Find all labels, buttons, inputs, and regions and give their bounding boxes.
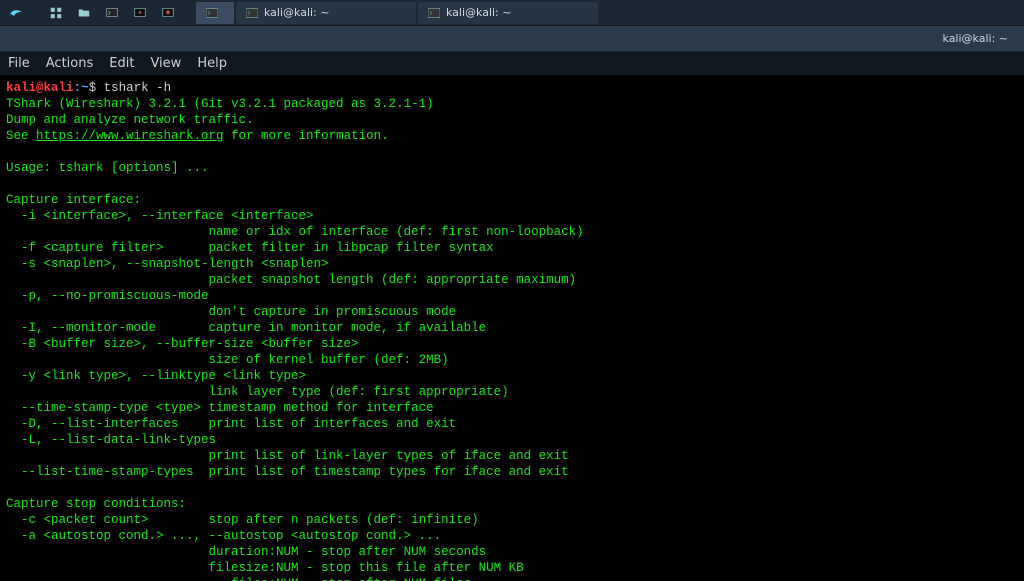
terminal-line: Capture stop conditions: — [6, 497, 186, 511]
terminal-line: -B <buffer size>, --buffer-size <buffer … — [6, 337, 359, 351]
terminal-line: -y <link type>, --linktype <link type> — [6, 369, 306, 383]
prompt-dollar: $ — [89, 81, 97, 95]
terminal-line: -c <packet count> stop after n packets (… — [6, 513, 479, 527]
terminal-icon[interactable] — [100, 3, 124, 23]
taskbar-window-1[interactable] — [196, 2, 234, 24]
terminal-line: -s <snaplen>, --snapshot-length <snaplen… — [6, 257, 329, 271]
terminal-line: -a <autostop cond.> ..., --autostop <aut… — [6, 529, 441, 543]
kali-logo-icon[interactable] — [4, 3, 28, 23]
terminal-line: don't capture in promiscuous mode — [6, 305, 456, 319]
taskbar-window-3-label: kali@kali: ~ — [446, 6, 511, 19]
terminal-line: -p, --no-promiscuous-mode — [6, 289, 209, 303]
terminal-line: duration:NUM - stop after NUM seconds — [6, 545, 486, 559]
terminal-line: packet snapshot length (def: appropriate… — [6, 273, 576, 287]
terminal-line: -i <interface>, --interface <interface> — [6, 209, 314, 223]
prompt-sep: @ — [36, 81, 44, 95]
terminal-line: name or idx of interface (def: first non… — [6, 225, 584, 239]
menu-file[interactable]: File — [8, 56, 30, 71]
terminal-output[interactable]: kali@kali:~$ tshark -h TShark (Wireshark… — [0, 76, 1024, 581]
taskbar: kali@kali: ~ kali@kali: ~ — [0, 0, 1024, 26]
prompt-path: ~ — [81, 81, 89, 95]
prompt-user: kali — [6, 81, 36, 95]
terminal-line: -f <capture filter> packet filter in lib… — [6, 241, 494, 255]
terminal-line: Usage: tshark [options] ... — [6, 161, 209, 175]
terminal-line: Dump and analyze network traffic. — [6, 113, 254, 127]
menubar: File Actions Edit View Help — [0, 52, 1024, 76]
terminal-line: -I, --monitor-mode capture in monitor mo… — [6, 321, 486, 335]
menu-view[interactable]: View — [150, 56, 181, 71]
terminal-line: Capture interface: — [6, 193, 141, 207]
window-title: kali@kali: ~ — [943, 32, 1008, 45]
files-icon[interactable] — [72, 3, 96, 23]
menu-edit[interactable]: Edit — [109, 56, 134, 71]
terminal-line: filesize:NUM - stop this file after NUM … — [6, 561, 524, 575]
window-titlebar[interactable]: kali@kali: ~ — [0, 26, 1024, 52]
terminal-line: TShark (Wireshark) 3.2.1 (Git v3.2.1 pac… — [6, 97, 434, 111]
prompt-colon: : — [74, 81, 82, 95]
menu-help[interactable]: Help — [197, 56, 227, 71]
record-icon[interactable] — [156, 3, 180, 23]
terminal-line: files:NUM - stop after NUM files — [6, 577, 471, 581]
terminal-line: -L, --list-data-link-types — [6, 433, 216, 447]
tools-icon[interactable] — [128, 3, 152, 23]
taskbar-window-2[interactable]: kali@kali: ~ — [236, 2, 416, 24]
terminal-command: tshark -h — [104, 81, 172, 95]
taskbar-window-3[interactable]: kali@kali: ~ — [418, 2, 598, 24]
terminal-line: -D, --list-interfaces print list of inte… — [6, 417, 456, 431]
app-menu-icon[interactable] — [44, 3, 68, 23]
terminal-line: See https://www.wireshark.org for more i… — [6, 129, 389, 143]
terminal-line: link layer type (def: first appropriate) — [6, 385, 509, 399]
terminal-line: --time-stamp-type <type> timestamp metho… — [6, 401, 434, 415]
menu-actions[interactable]: Actions — [46, 56, 94, 71]
terminal-line: size of kernel buffer (def: 2MB) — [6, 353, 449, 367]
taskbar-window-2-label: kali@kali: ~ — [264, 6, 329, 19]
terminal-line: --list-time-stamp-types print list of ti… — [6, 465, 569, 479]
terminal-line: print list of link-layer types of iface … — [6, 449, 569, 463]
prompt-host: kali — [44, 81, 74, 95]
wireshark-link[interactable]: https://www.wireshark.org — [36, 129, 224, 143]
